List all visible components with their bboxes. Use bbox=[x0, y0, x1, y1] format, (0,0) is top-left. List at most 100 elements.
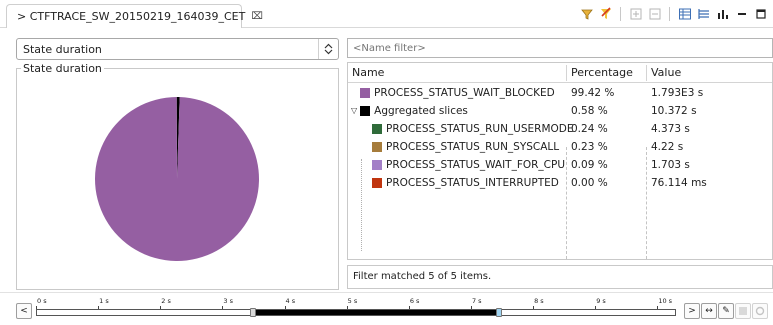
time-tick-label: 0 s bbox=[37, 297, 47, 305]
value-cell: 4.22 s bbox=[651, 141, 684, 153]
edit-range-button[interactable]: ✎ bbox=[718, 303, 734, 319]
row-name: PROCESS_STATUS_RUN_USERMODE bbox=[386, 123, 574, 135]
time-tick-mark bbox=[470, 306, 472, 309]
table-header: Name Percentage Value bbox=[348, 63, 772, 83]
maximize-icon[interactable] bbox=[753, 6, 769, 22]
percentage-cell: 0.23 % bbox=[571, 141, 608, 153]
editor-tab-bar: > CTFTRACE_SW_20150219_164039_CET ⌧ bbox=[0, 0, 773, 28]
filter-status: Filter matched 5 of 5 items. bbox=[347, 265, 773, 289]
collapse-all-icon[interactable] bbox=[647, 6, 663, 22]
percentage-cell: 0.24 % bbox=[571, 123, 608, 135]
percentage-cell: 0.09 % bbox=[571, 159, 608, 171]
color-swatch bbox=[372, 142, 382, 152]
column-header-percentage[interactable]: Percentage bbox=[567, 63, 646, 83]
time-tick-label: 2 s bbox=[161, 297, 171, 305]
time-tick-mark bbox=[160, 306, 162, 309]
time-range-bar: < 0 s 1 s 2 s 3 s 4 s 5 s 6 s 7 s 8 s 9 s 10 s > ↔… bbox=[0, 292, 773, 325]
highlight-icon[interactable] bbox=[598, 6, 614, 22]
color-swatch bbox=[360, 106, 371, 116]
value-cell: 1.793E3 s bbox=[651, 87, 704, 99]
color-swatch bbox=[372, 124, 382, 134]
name-cell: PROCESS_STATUS_RUN_SYSCALL bbox=[372, 138, 559, 156]
table-row[interactable]: PROCESS_STATUS_WAIT_BLOCKED 99.42 % 1.793E… bbox=[348, 84, 772, 102]
percentage-cell: 0.58 % bbox=[571, 105, 608, 117]
color-swatch bbox=[360, 88, 370, 98]
toolbar-separator bbox=[669, 7, 670, 21]
time-tick-label: 5 s bbox=[347, 297, 358, 305]
view-toolbar bbox=[576, 6, 769, 22]
column-grid-line bbox=[646, 147, 647, 259]
row-name: PROCESS_STATUS_RUN_SYSCALL bbox=[386, 141, 560, 153]
value-cell: 4.373 s bbox=[651, 123, 690, 135]
value-cell: 10.372 s bbox=[651, 105, 697, 117]
reset-range-icon bbox=[752, 303, 768, 319]
name-cell: PROCESS_STATUS_INTERRUPTED bbox=[372, 174, 559, 192]
time-tick-mark bbox=[284, 306, 286, 309]
column-header-name[interactable]: Name bbox=[348, 63, 566, 83]
time-tick-label: 10 s bbox=[658, 297, 673, 305]
time-tick-label: 9 s bbox=[596, 297, 606, 305]
row-name: PROCESS_STATUS_WAIT_BLOCKED bbox=[374, 87, 555, 99]
state-type-combo[interactable]: State duration bbox=[16, 38, 339, 60]
tab-title: > CTFTRACE_SW_20150219_164039_CET bbox=[17, 10, 246, 23]
table-row[interactable]: PROCESS_STATUS_WAIT_FOR_CPU 0.09 % 1.703 s bbox=[348, 156, 772, 174]
fit-range-button[interactable]: ↔ bbox=[701, 303, 717, 319]
range-end-handle[interactable] bbox=[495, 308, 502, 317]
toolbar-separator bbox=[620, 7, 621, 21]
name-filter-input[interactable] bbox=[347, 38, 773, 58]
table-view-icon[interactable] bbox=[677, 6, 693, 22]
expand-all-icon[interactable] bbox=[628, 6, 644, 22]
trace-tab[interactable]: > CTFTRACE_SW_20150219_164039_CET ⌧ bbox=[6, 4, 263, 28]
table-row[interactable]: ▽ Aggregated slices 0.58 % 10.372 s bbox=[348, 102, 772, 120]
state-type-combo-value: State duration bbox=[23, 42, 102, 56]
table-row[interactable]: PROCESS_STATUS_RUN_SYSCALL 0.23 % 4.22 s bbox=[348, 138, 772, 156]
time-tick-label: 7 s bbox=[471, 297, 482, 305]
combo-arrow-icon[interactable] bbox=[318, 39, 338, 59]
tree-view-icon[interactable] bbox=[696, 6, 712, 22]
time-tick-mark bbox=[222, 306, 224, 309]
chart-view-icon[interactable] bbox=[715, 6, 731, 22]
time-tick-mark bbox=[346, 306, 348, 309]
next-range-button[interactable]: > bbox=[684, 303, 700, 319]
time-tick-label: 6 s bbox=[409, 297, 420, 305]
previous-range-button[interactable]: < bbox=[16, 303, 32, 319]
time-tick-mark bbox=[36, 306, 37, 309]
value-cell: 76.114 ms bbox=[651, 177, 707, 189]
percentage-cell: 99.42 % bbox=[571, 87, 615, 99]
range-start-handle[interactable] bbox=[250, 308, 257, 317]
row-name: PROCESS_STATUS_INTERRUPTED bbox=[386, 177, 559, 189]
name-cell: PROCESS_STATUS_WAIT_FOR_CPU bbox=[372, 156, 565, 174]
time-tick-label: 3 s bbox=[223, 297, 233, 305]
column-header-value[interactable]: Value bbox=[647, 63, 767, 83]
tab-close-icon[interactable]: ⌧ bbox=[251, 11, 263, 22]
time-tick-label: 8 s bbox=[534, 297, 544, 305]
percentage-cell: 0.00 % bbox=[571, 177, 608, 189]
expand-toggle-icon[interactable]: ▽ bbox=[351, 102, 357, 120]
state-duration-pie-chart[interactable] bbox=[17, 69, 338, 289]
row-name: PROCESS_STATUS_WAIT_FOR_CPU bbox=[386, 159, 566, 171]
value-cell: 1.703 s bbox=[651, 159, 690, 171]
time-range-scale[interactable]: 0 s 1 s 2 s 3 s 4 s 5 s 6 s 7 s 8 s 9 s 10 s bbox=[36, 297, 676, 323]
time-tick-mark bbox=[533, 306, 535, 309]
table-row[interactable]: PROCESS_STATUS_RUN_USERMODE 0.24 % 4.373 s bbox=[348, 120, 772, 138]
pie-chart-group: State duration bbox=[16, 62, 339, 290]
minimize-icon[interactable] bbox=[734, 6, 750, 22]
tree-guide-line bbox=[361, 159, 362, 251]
apply-range-icon bbox=[735, 303, 751, 319]
time-tick-mark bbox=[595, 306, 597, 309]
name-cell: ▽ Aggregated slices bbox=[351, 102, 468, 120]
time-tick-label: 1 s bbox=[99, 297, 109, 305]
color-swatch bbox=[372, 160, 382, 170]
table-row[interactable]: PROCESS_STATUS_INTERRUPTED 0.00 % 76.114 m… bbox=[348, 174, 772, 192]
time-tick-mark bbox=[657, 306, 659, 309]
filter-icon[interactable] bbox=[579, 6, 595, 22]
time-tick-mark bbox=[408, 306, 410, 309]
name-cell: PROCESS_STATUS_RUN_USERMODE bbox=[372, 120, 574, 138]
selected-time-range[interactable] bbox=[253, 310, 499, 315]
time-tick-label: 4 s bbox=[285, 297, 296, 305]
name-cell: PROCESS_STATUS_WAIT_BLOCKED bbox=[360, 84, 555, 102]
statistics-tree-table: Name Percentage Value PROCESS_STATUS_WAI… bbox=[347, 62, 773, 260]
row-name: Aggregated slices bbox=[374, 105, 468, 117]
time-tick-mark bbox=[98, 306, 100, 309]
column-grid-line bbox=[566, 147, 567, 259]
